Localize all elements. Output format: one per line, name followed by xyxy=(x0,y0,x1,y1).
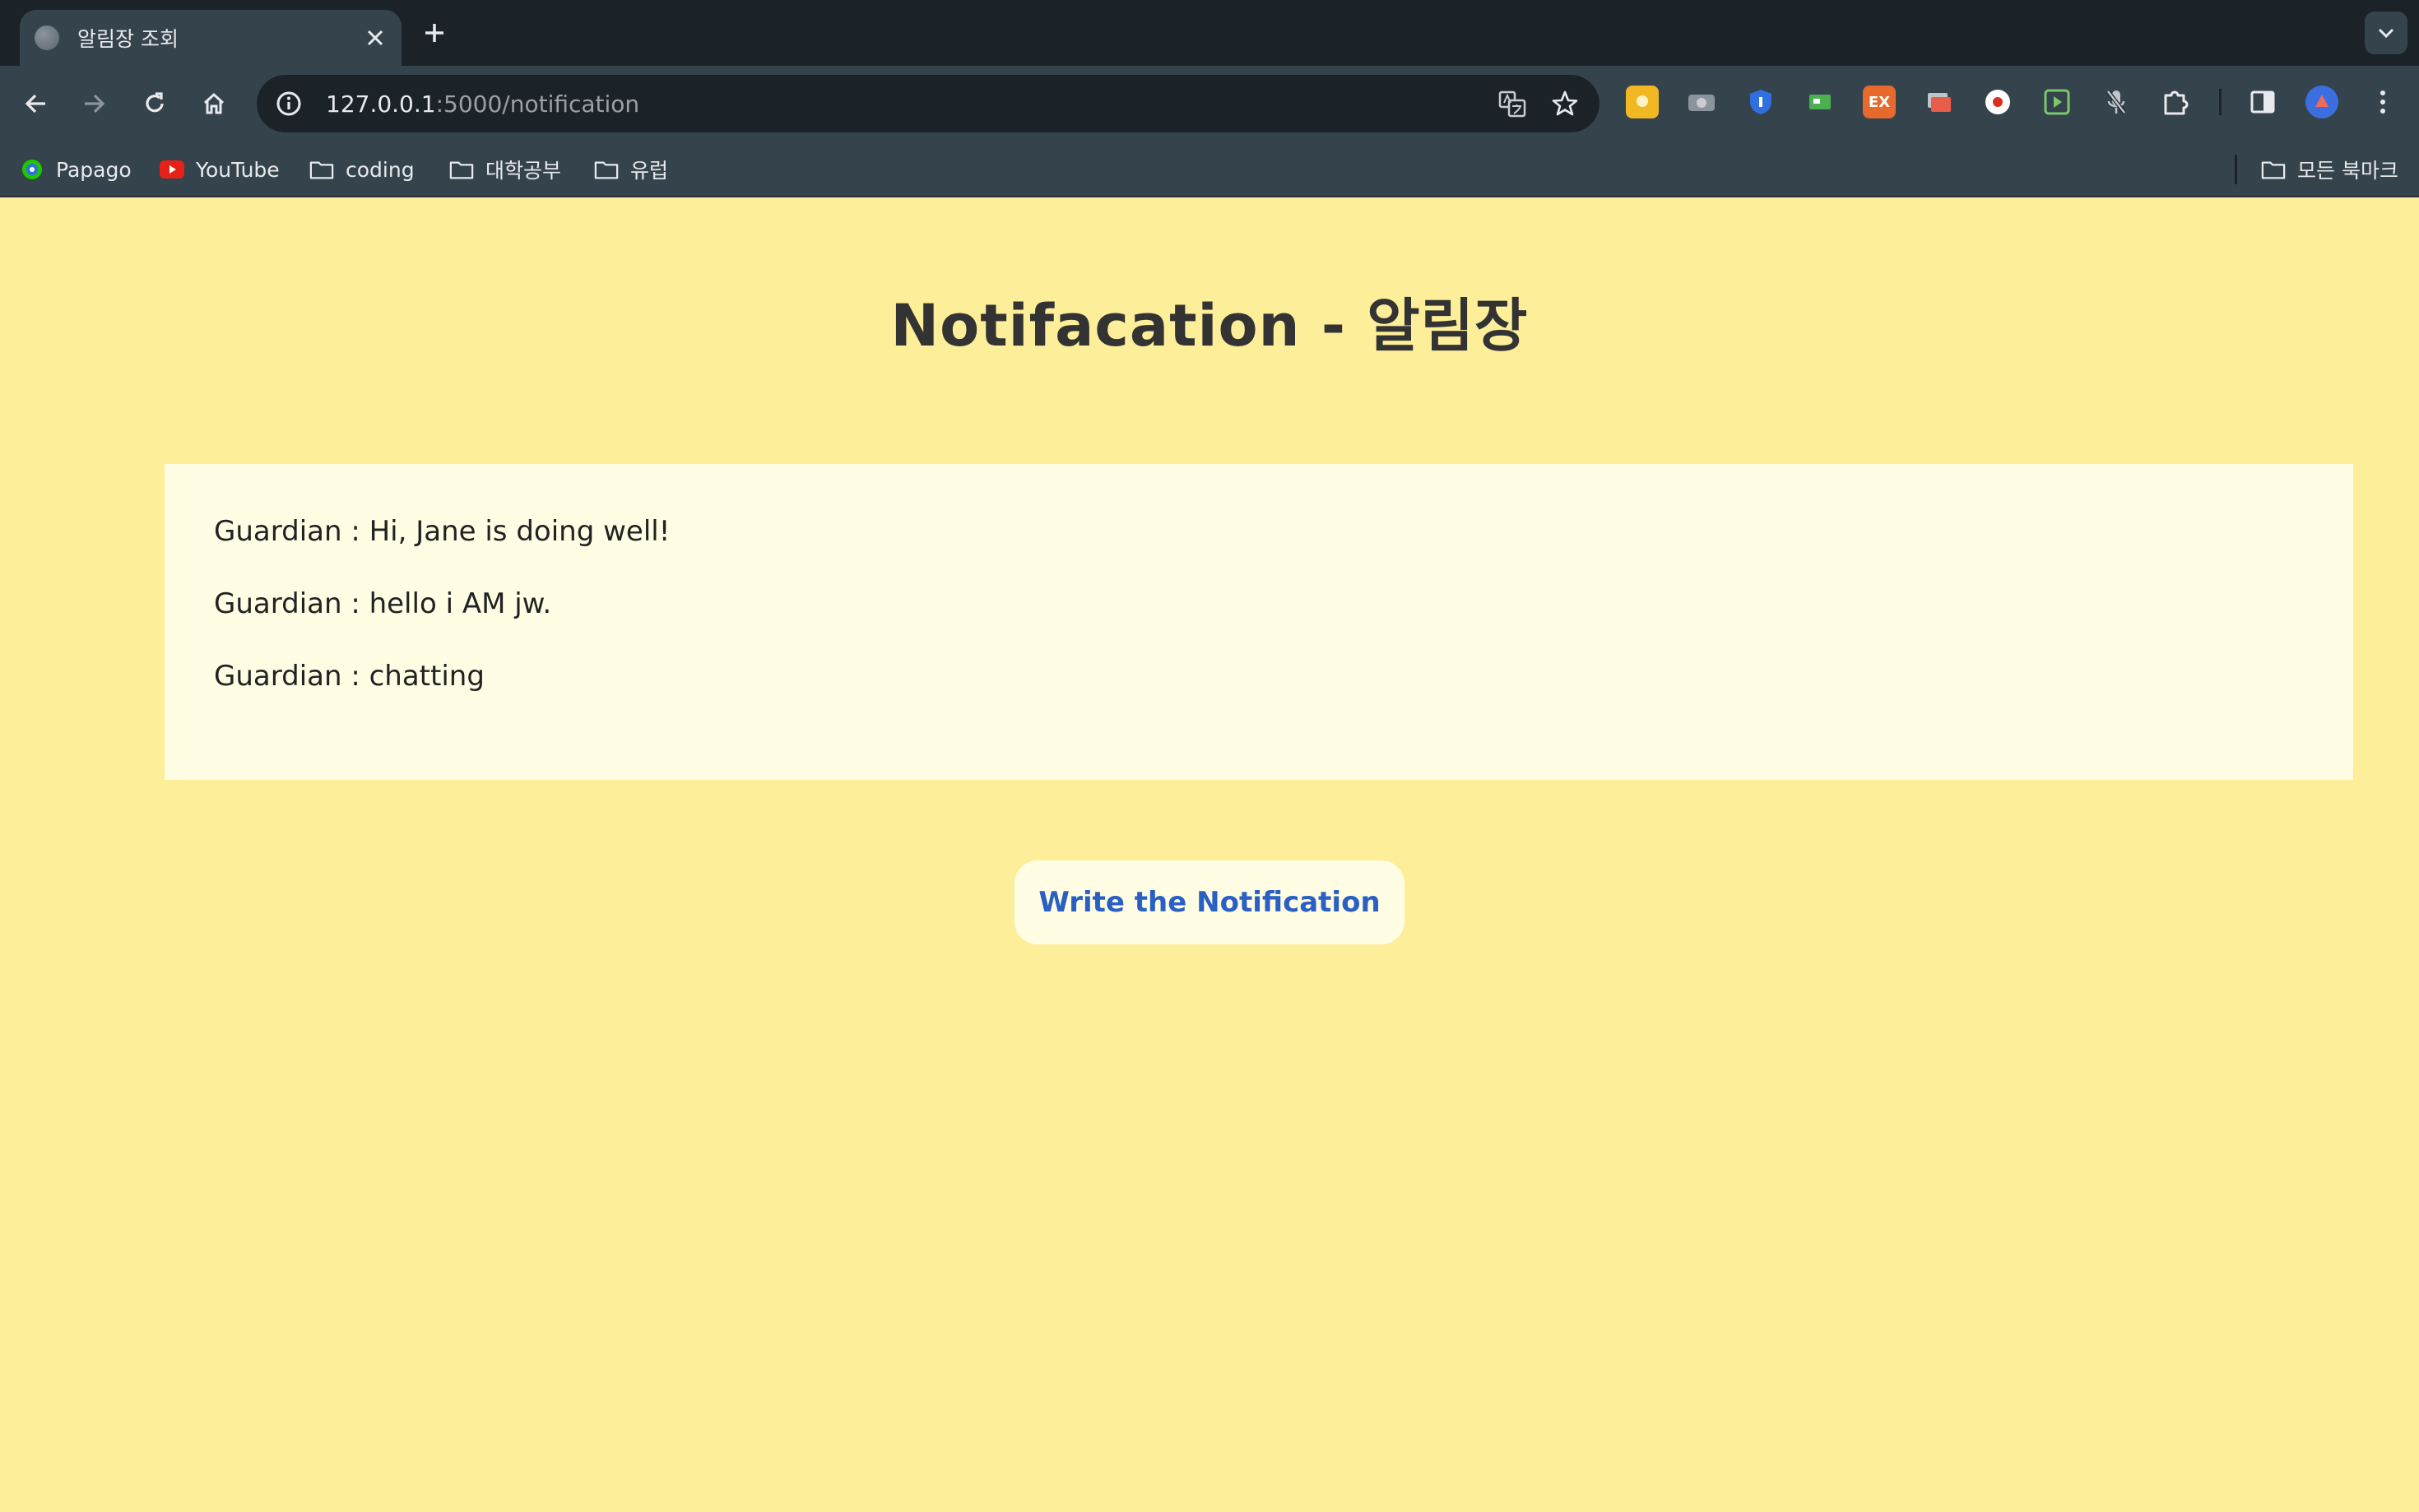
chevron-down-icon xyxy=(2378,28,2394,39)
bookmark-folder-europe[interactable]: 유럽 xyxy=(594,153,668,186)
bookmark-youtube[interactable]: YouTube xyxy=(160,153,280,186)
cards-extension-icon[interactable] xyxy=(1922,86,1955,118)
password-manager-extension-icon[interactable] xyxy=(1744,86,1777,118)
camera-extension-icon[interactable] xyxy=(1685,86,1718,118)
tab-search-button[interactable] xyxy=(2365,12,2407,54)
arrow-right-icon xyxy=(85,94,105,114)
extensions-puzzle-icon[interactable] xyxy=(2159,86,2192,118)
tab-title: 알림장 조회 xyxy=(77,27,179,51)
toolbar-divider xyxy=(2219,89,2222,115)
url-host: 127.0.0.1 xyxy=(326,90,436,118)
bookmark-label: coding xyxy=(346,157,415,182)
reload-button[interactable] xyxy=(133,82,176,125)
bookmark-label: Papago xyxy=(56,157,132,182)
translate-icon[interactable] xyxy=(1494,86,1530,122)
url-path: :5000/notification xyxy=(435,90,640,118)
bookmark-label: 대학공부 xyxy=(485,159,562,183)
bookmarks-divider xyxy=(2235,155,2237,184)
all-bookmarks-button[interactable]: 모든 북마크 xyxy=(2261,153,2398,186)
ex-extension-icon[interactable]: EX xyxy=(1863,86,1896,118)
back-button[interactable] xyxy=(15,82,58,125)
note-extension-icon[interactable] xyxy=(1626,86,1659,118)
all-bookmarks-label: 모든 북마크 xyxy=(2297,159,2398,183)
folder-icon xyxy=(2261,157,2286,182)
notification-message: Guardian : hello i AM jw. xyxy=(214,587,552,620)
close-tab-icon[interactable] xyxy=(360,23,390,53)
arrow-left-icon xyxy=(25,94,45,114)
bookmark-star-icon[interactable] xyxy=(1547,86,1583,122)
bookmark-folder-university[interactable]: 대학공부 xyxy=(449,153,561,186)
tab-strip: 알림장 조회 xyxy=(0,0,2419,66)
profile-avatar[interactable] xyxy=(2305,86,2338,118)
globe-icon xyxy=(35,26,59,50)
new-tab-button[interactable] xyxy=(416,15,453,51)
browser-tab[interactable]: 알림장 조회 xyxy=(20,10,402,66)
screen-extension-icon[interactable] xyxy=(1804,86,1836,118)
folder-icon xyxy=(449,157,474,182)
notification-message: Guardian : Hi, Jane is doing well! xyxy=(214,515,671,548)
reload-icon xyxy=(146,92,164,113)
home-icon xyxy=(203,92,225,114)
url-text: 127.0.0.1:5000/notification xyxy=(326,90,1494,118)
notification-list: Guardian : Hi, Jane is doing well! Guard… xyxy=(165,464,2353,780)
bookmarks-bar: Papago YouTube coding 대학공부 유럽 모든 북마크 xyxy=(0,141,2419,197)
bookmark-papago[interactable]: Papago xyxy=(20,153,132,186)
youtube-icon xyxy=(160,157,184,182)
mic-off-extension-icon[interactable] xyxy=(2100,86,2133,118)
player-extension-icon[interactable] xyxy=(2041,86,2073,118)
home-button[interactable] xyxy=(193,82,235,125)
address-bar[interactable]: 127.0.0.1:5000/notification xyxy=(257,75,1600,132)
bookmark-label: YouTube xyxy=(196,157,280,182)
papago-icon xyxy=(20,157,44,182)
site-info-icon[interactable] xyxy=(275,90,303,118)
bookmark-label: 유럽 xyxy=(630,159,669,183)
folder-icon xyxy=(594,157,619,182)
write-notification-button[interactable]: Write the Notification xyxy=(1014,860,1405,944)
forward-button[interactable] xyxy=(72,82,115,125)
notification-message: Guardian : chatting xyxy=(214,660,485,693)
folder-icon xyxy=(309,157,334,182)
side-panel-icon[interactable] xyxy=(2246,86,2279,118)
bookmark-folder-coding[interactable]: coding xyxy=(309,153,415,186)
menu-kebab-icon[interactable] xyxy=(2366,86,2399,118)
page-title: Notifacation - 알림장 xyxy=(890,292,1529,359)
record-extension-icon[interactable] xyxy=(1981,86,2014,118)
